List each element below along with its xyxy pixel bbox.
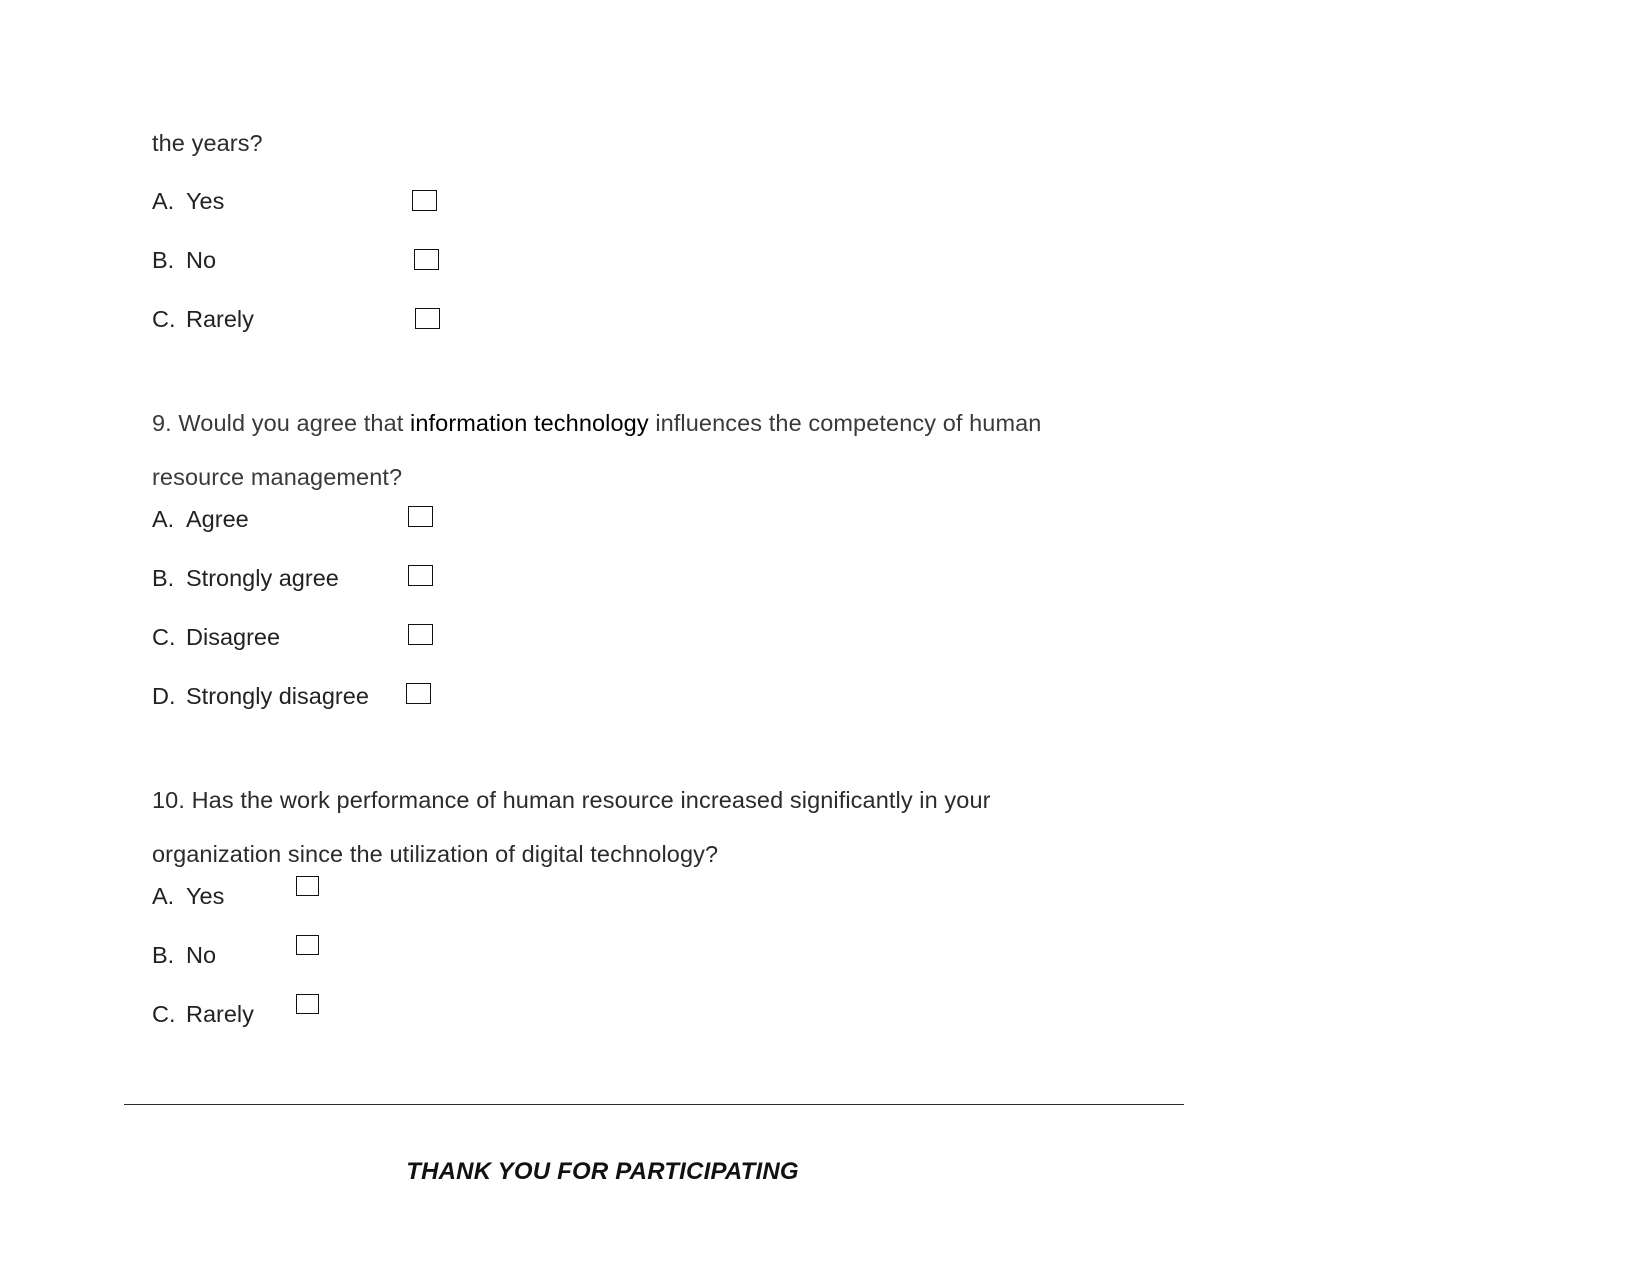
checkbox-icon[interactable] [296, 935, 319, 955]
question-10-line-2: organization since the utilization of di… [152, 841, 719, 867]
checkbox-icon[interactable] [296, 994, 319, 1014]
carryover-question-block: the years? A. Yes B. No C. Rarely [152, 0, 1532, 363]
question-9-block: 9. Would you agree that information tech… [152, 396, 1532, 740]
option-letter: A. [152, 506, 175, 532]
footer-divider [124, 1104, 1184, 1105]
question-9-line-2: resource management? [152, 464, 403, 490]
document-page: the years? A. Yes B. No C. Rarely 9. Wou… [0, 0, 1651, 1275]
option-row[interactable]: D. Strongly disagree [152, 681, 1532, 740]
option-letter: C. [152, 624, 176, 650]
option-label: Yes [186, 883, 225, 909]
question-9-line-1-prefix: 9. Would you agree that [152, 410, 411, 436]
option-letter: A. [152, 883, 175, 909]
question-9-line-1: 9. Would you agree that information tech… [152, 396, 1532, 450]
question-9-emphasis: information technology [410, 410, 649, 436]
option-label: No [186, 247, 217, 273]
option-row[interactable]: C. Disagree [152, 622, 1532, 681]
option-row[interactable]: C. Rarely [152, 304, 1532, 363]
option-label: Yes [186, 188, 225, 214]
option-row[interactable]: C. Rarely [152, 994, 1532, 1058]
option-label: Agree [186, 506, 249, 532]
option-label: No [186, 942, 217, 968]
checkbox-icon[interactable] [408, 624, 433, 645]
option-letter: C. [152, 306, 176, 332]
option-letter: B. [152, 942, 175, 968]
checkbox-icon[interactable] [406, 683, 431, 704]
checkbox-icon[interactable] [408, 565, 433, 586]
option-letter: B. [152, 247, 175, 273]
thank-you-message: THANK YOU FOR PARTICIPATING [406, 1158, 799, 1185]
question-9-line-1-suffix: influences the competency of human [648, 410, 1042, 436]
question-10-block: 10. Has the work performance of human re… [152, 773, 1532, 1058]
option-row[interactable]: A. Yes [152, 186, 1532, 245]
option-row[interactable]: A. Yes [152, 876, 1532, 940]
checkbox-icon[interactable] [415, 308, 440, 329]
carryover-options-group: A. Yes B. No C. Rarely [152, 186, 1532, 363]
question-10-line-1: 10. Has the work performance of human re… [152, 787, 991, 813]
checkbox-icon[interactable] [296, 876, 319, 896]
option-label: Disagree [186, 624, 281, 650]
option-row[interactable]: B. No [152, 935, 1532, 999]
option-label: Rarely [186, 1001, 254, 1027]
option-row[interactable]: B. Strongly agree [152, 563, 1532, 622]
page-content: the years? A. Yes B. No C. Rarely 9. Wou… [152, 0, 1532, 1058]
question-10-options-group: A. Yes B. No C. Rarely [152, 876, 1532, 1058]
option-label: Rarely [186, 306, 254, 332]
checkbox-icon[interactable] [414, 249, 439, 270]
option-letter: D. [152, 683, 176, 709]
option-label: Strongly disagree [186, 683, 369, 709]
option-row[interactable]: B. No [152, 245, 1532, 304]
carryover-question-text: the years? [152, 130, 263, 156]
option-row[interactable]: A. Agree [152, 504, 1532, 563]
checkbox-icon[interactable] [408, 506, 433, 527]
option-letter: C. [152, 1001, 176, 1027]
option-letter: B. [152, 565, 175, 591]
option-label: Strongly agree [186, 565, 339, 591]
option-letter: A. [152, 188, 175, 214]
checkbox-icon[interactable] [412, 190, 437, 211]
question-9-options-group: A. Agree B. Strongly agree C. Disagree D… [152, 504, 1532, 740]
